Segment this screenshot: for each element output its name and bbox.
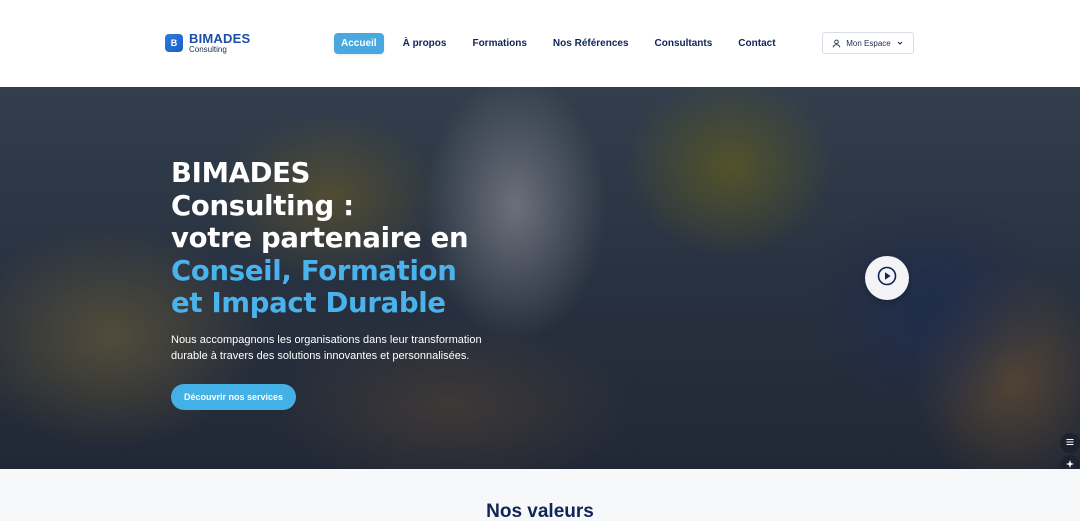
- nav-item-formations[interactable]: Formations: [465, 33, 533, 54]
- main-nav: Accueil À propos Formations Nos Référenc…: [334, 33, 795, 54]
- user-icon: [832, 39, 841, 48]
- hero-background-image: [0, 87, 1080, 469]
- brand-subtitle: Consulting: [189, 45, 227, 54]
- nav-item-accueil[interactable]: Accueil: [334, 33, 384, 54]
- site-header: B BIMADES Consulting Accueil À propos Fo…: [0, 0, 1080, 87]
- hero-section: BIMADES Consulting : votre partenaire en…: [0, 87, 1080, 469]
- hero-title-line: votre partenaire en: [171, 222, 469, 254]
- play-video-button[interactable]: [865, 256, 909, 300]
- nav-item-a-propos[interactable]: À propos: [396, 33, 454, 54]
- logo-badge-icon: B: [165, 34, 183, 52]
- nav-item-consultants[interactable]: Consultants: [648, 33, 720, 54]
- list-icon: [1065, 434, 1075, 452]
- hero-title: BIMADES Consulting : votre partenaire en…: [171, 157, 501, 320]
- chevron-down-icon: [896, 39, 904, 47]
- play-icon: [877, 266, 897, 291]
- nav-item-contact[interactable]: Contact: [731, 33, 782, 54]
- nav-item-references[interactable]: Nos Références: [546, 33, 636, 54]
- hero-title-line: Consulting :: [171, 189, 354, 222]
- logo-text: BIMADES Consulting: [189, 32, 250, 54]
- list-widget-button[interactable]: [1060, 433, 1080, 453]
- hero-title-accent: et Impact Durable: [171, 287, 446, 319]
- hero-content: BIMADES Consulting : votre partenaire en…: [171, 157, 501, 410]
- mon-espace-label: Mon Espace: [846, 38, 891, 48]
- values-title: Nos valeurs: [486, 501, 594, 521]
- brand-logo[interactable]: B BIMADES Consulting: [165, 32, 250, 54]
- mon-espace-button[interactable]: Mon Espace: [822, 32, 914, 54]
- brand-name: BIMADES: [189, 31, 251, 46]
- hero-title-accent: Conseil, Formation: [171, 254, 457, 287]
- discover-services-button[interactable]: Découvrir nos services: [171, 383, 297, 410]
- hero-description: Nous accompagnons les organisations dans…: [171, 333, 482, 362]
- hero-title-line: BIMADES: [171, 157, 311, 189]
- values-section: Nos valeurs: [0, 469, 1080, 521]
